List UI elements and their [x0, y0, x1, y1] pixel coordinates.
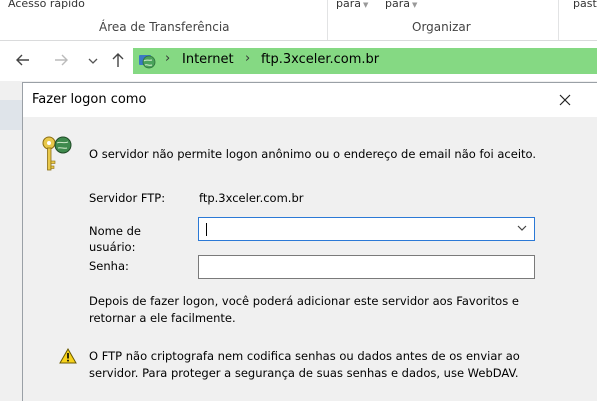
- explorer-background-item: [0, 100, 22, 130]
- logon-dialog: Fazer logon como O servidor não permite …: [22, 82, 597, 401]
- username-label: usuário:: [89, 240, 136, 254]
- server-label: Servidor FTP:: [89, 191, 166, 205]
- username-combobox[interactable]: [198, 217, 535, 241]
- warning-icon: [59, 347, 77, 368]
- chevron-down-icon[interactable]: [82, 49, 104, 71]
- password-label: Senha:: [89, 259, 129, 273]
- up-arrow-icon[interactable]: [107, 49, 129, 71]
- address-bar[interactable]: › Internet › ftp.3xceler.com.br: [133, 48, 597, 74]
- warning-text-line1: O FTP não criptografa nem codifica senha…: [89, 349, 520, 363]
- close-icon[interactable]: [553, 88, 577, 112]
- breadcrumb-separator-icon[interactable]: ›: [245, 51, 250, 66]
- forward-arrow-icon[interactable]: [50, 49, 72, 71]
- warning-text-line2: servidor. Para proteger a segurança de s…: [89, 366, 519, 380]
- move-to-button[interactable]: para ▼: [336, 0, 368, 10]
- chevron-down-icon[interactable]: [516, 222, 528, 237]
- dialog-title: Fazer logon como: [32, 92, 147, 107]
- password-input[interactable]: [198, 255, 535, 279]
- ribbon-separator: [558, 0, 559, 40]
- internet-globe-icon: [137, 51, 157, 75]
- ribbon-separator: [327, 0, 328, 40]
- info-text-line1: Depois de fazer logon, você poderá adici…: [89, 294, 519, 308]
- breadcrumb-separator-icon[interactable]: ›: [165, 51, 170, 66]
- organize-group-label: Organizar: [412, 20, 471, 34]
- quick-access-button[interactable]: Acesso rápido: [8, 0, 85, 10]
- text-cursor: [206, 223, 207, 236]
- ribbon: Acesso rápido Área de Transferência para…: [0, 0, 597, 41]
- copy-to-button[interactable]: para ▼: [385, 0, 417, 10]
- breadcrumb-internet[interactable]: Internet: [182, 52, 234, 67]
- clipboard-group-label: Área de Transferência: [99, 20, 230, 34]
- back-arrow-icon[interactable]: [12, 49, 34, 71]
- info-text-line2: retornar a ele facilmente.: [89, 311, 236, 325]
- dialog-message: O servidor não permite logon anônimo ou …: [89, 147, 537, 161]
- username-label: Nome de: [89, 224, 141, 238]
- dialog-titlebar: Fazer logon como: [23, 83, 597, 117]
- server-value: ftp.3xceler.com.br: [199, 191, 304, 205]
- keys-icon: [39, 133, 75, 181]
- paste-button[interactable]: past: [573, 0, 597, 10]
- breadcrumb-ftp-host[interactable]: ftp.3xceler.com.br: [261, 52, 379, 67]
